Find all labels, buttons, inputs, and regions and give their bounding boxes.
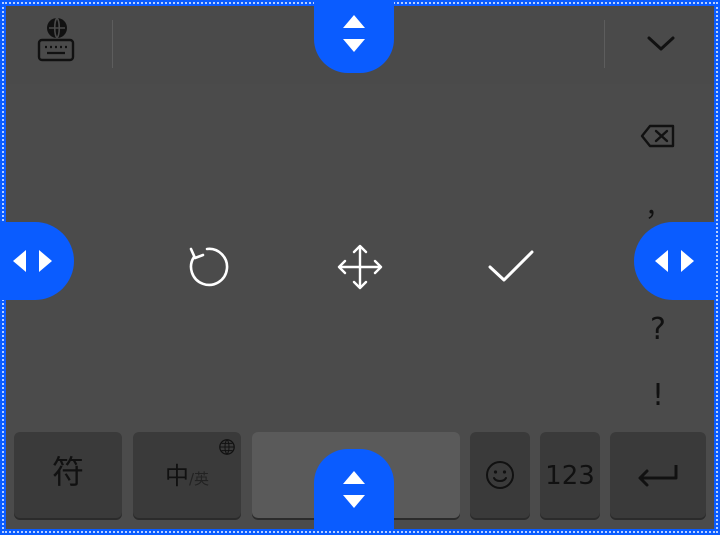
check-icon[interactable] <box>487 242 537 292</box>
symbols-key-label: 符 <box>51 453 84 491</box>
question-key[interactable]: ? <box>638 310 678 350</box>
zh-label: 中 <box>164 462 189 490</box>
numbers-key-label: 123 <box>545 461 595 491</box>
toolbar-divider-right <box>604 20 605 68</box>
keyboard-globe-icon[interactable] <box>36 16 78 64</box>
numbers-key[interactable]: 123 <box>540 432 600 518</box>
move-arrows-icon[interactable] <box>335 242 385 292</box>
up-down-arrows-icon <box>343 471 365 508</box>
en-label: /英 <box>188 470 210 488</box>
left-right-arrows-icon <box>13 250 52 272</box>
language-switch-key[interactable]: 中/英 <box>133 432 241 518</box>
enter-icon <box>638 465 678 487</box>
toolbar-divider-left <box>112 20 113 68</box>
exclaim-key[interactable]: ! <box>638 376 678 416</box>
edit-area <box>6 84 714 434</box>
left-right-arrows-icon <box>655 250 694 272</box>
keyboard-resize-frame[interactable]: ， ? ! 符 中/英 123 <box>0 0 720 535</box>
symbols-key[interactable]: 符 <box>14 432 122 518</box>
chevron-down-icon[interactable] <box>646 34 676 54</box>
up-down-arrows-icon <box>343 15 365 52</box>
enter-key[interactable] <box>610 432 706 518</box>
resize-handle-left[interactable] <box>0 222 74 300</box>
emoji-icon <box>486 461 514 489</box>
resize-handle-top[interactable] <box>314 0 394 73</box>
emoji-key[interactable] <box>470 432 530 518</box>
resize-handle-right[interactable] <box>634 222 714 300</box>
resize-handle-bottom[interactable] <box>314 449 394 529</box>
globe-icon <box>219 439 235 455</box>
backspace-icon[interactable] <box>640 124 676 148</box>
reset-rotate-icon[interactable] <box>182 242 232 292</box>
